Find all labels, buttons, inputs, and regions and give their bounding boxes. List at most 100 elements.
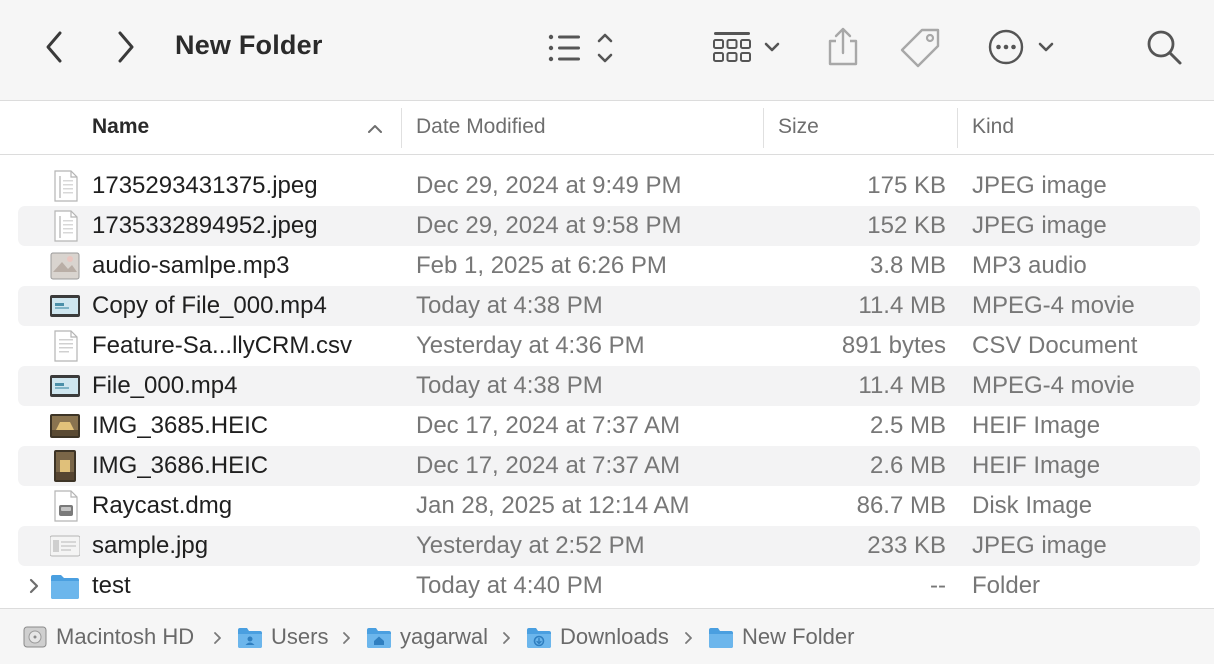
- file-name: Copy of File_000.mp4: [92, 292, 327, 319]
- video-thumbnail-icon: [50, 370, 80, 402]
- path-item-label: Users: [271, 624, 329, 649]
- file-name: 1735332894952.jpeg: [92, 212, 318, 239]
- path-separator-chevron-icon: [213, 631, 223, 645]
- path-item-label: Downloads: [560, 624, 669, 649]
- toolbar: New Folder: [0, 0, 1214, 101]
- file-name: sample.jpg: [92, 532, 209, 559]
- file-kind: JPEG image: [972, 532, 1107, 559]
- file-row[interactable]: 1735332894952.jpeg Dec 29, 2024 at 9:58 …: [18, 206, 1200, 246]
- path-item-home[interactable]: yagarwal: [366, 624, 488, 650]
- path-item-new-folder[interactable]: New Folder: [708, 624, 854, 650]
- file-row[interactable]: IMG_3685.HEIC Dec 17, 2024 at 7:37 AM 2.…: [18, 406, 1200, 446]
- path-separator-chevron-icon: [342, 631, 352, 645]
- share-button[interactable]: [822, 24, 864, 70]
- back-button[interactable]: [36, 26, 72, 68]
- file-kind: CSV Document: [972, 332, 1138, 359]
- file-row[interactable]: Feature-Sa...llyCRM.csv Yesterday at 4:3…: [18, 326, 1200, 366]
- file-size: 152 KB: [867, 212, 946, 239]
- file-row[interactable]: File_000.mp4 Today at 4:38 PM 11.4 MB MP…: [18, 366, 1200, 406]
- column-header-name[interactable]: Name: [92, 115, 149, 139]
- users-folder-icon: [237, 625, 263, 649]
- file-kind: MP3 audio: [972, 252, 1087, 279]
- path-item-downloads[interactable]: Downloads: [526, 624, 669, 650]
- file-size: 233 KB: [867, 532, 946, 559]
- file-kind: JPEG image: [972, 172, 1107, 199]
- home-folder-icon: [366, 625, 392, 649]
- file-name: IMG_3685.HEIC: [92, 412, 269, 439]
- photo-thumbnail-icon: [50, 410, 80, 442]
- file-date: Today at 4:38 PM: [416, 292, 603, 319]
- path-item-label: Macintosh HD: [56, 624, 195, 649]
- file-size: 11.4 MB: [858, 372, 946, 399]
- disk-image-icon: [50, 490, 80, 522]
- column-header-size[interactable]: Size: [778, 115, 819, 139]
- hard-drive-icon: [22, 625, 48, 649]
- file-size: 86.7 MB: [856, 492, 946, 519]
- file-size: 11.4 MB: [858, 292, 946, 319]
- file-size: 2.5 MB: [869, 412, 946, 439]
- forward-button[interactable]: [108, 26, 144, 68]
- column-header-bar: Name Date Modified Size Kind: [0, 102, 1214, 155]
- file-name: File_000.mp4: [92, 372, 238, 399]
- folder-row[interactable]: test Today at 4:40 PM -- Folder: [18, 566, 1200, 606]
- more-actions-button[interactable]: [982, 24, 1058, 70]
- path-item-label: yagarwal: [400, 624, 489, 649]
- column-header-date-modified[interactable]: Date Modified: [416, 115, 546, 139]
- file-kind: MPEG-4 movie: [972, 292, 1135, 319]
- share-icon: [822, 24, 864, 70]
- file-row[interactable]: 1735293431375.jpeg Dec 29, 2024 at 9:49 …: [18, 166, 1200, 206]
- file-row[interactable]: Copy of File_000.mp4 Today at 4:38 PM 11…: [18, 286, 1200, 326]
- csv-document-icon: [50, 330, 80, 362]
- document-icon: [50, 170, 80, 202]
- file-date: Today at 4:38 PM: [416, 372, 603, 399]
- document-icon: [50, 210, 80, 242]
- file-date: Dec 17, 2024 at 7:37 AM: [416, 412, 681, 439]
- file-size: 175 KB: [867, 172, 946, 199]
- file-kind: MPEG-4 movie: [972, 372, 1135, 399]
- magnifier-icon: [1142, 24, 1186, 70]
- file-row[interactable]: Raycast.dmg Jan 28, 2025 at 12:14 AM 86.…: [18, 486, 1200, 526]
- path-item-macintosh-hd[interactable]: Macintosh HD: [22, 624, 194, 650]
- column-divider[interactable]: [957, 108, 958, 148]
- file-date: Feb 1, 2025 at 6:26 PM: [416, 252, 667, 279]
- file-kind: Disk Image: [972, 492, 1093, 519]
- file-name: IMG_3686.HEIC: [92, 452, 269, 479]
- audio-thumbnail-icon: [50, 250, 80, 282]
- file-date: Today at 4:40 PM: [416, 572, 603, 599]
- path-bar: Macintosh HD Users yagarwal Downloads Ne…: [0, 608, 1214, 664]
- column-header-kind[interactable]: Kind: [972, 115, 1014, 139]
- file-size: --: [930, 572, 946, 599]
- file-name: 1735293431375.jpeg: [92, 172, 318, 199]
- file-row[interactable]: IMG_3686.HEIC Dec 17, 2024 at 7:37 AM 2.…: [18, 446, 1200, 486]
- file-name: Raycast.dmg: [92, 492, 233, 519]
- tag-button[interactable]: [896, 24, 944, 70]
- view-mode-button[interactable]: [540, 28, 624, 68]
- image-thumbnail-icon: [49, 530, 81, 562]
- file-size: 891 bytes: [841, 332, 946, 359]
- video-thumbnail-icon: [50, 290, 80, 322]
- photo-thumbnail-icon: [50, 450, 80, 482]
- file-date: Yesterday at 4:36 PM: [416, 332, 645, 359]
- file-size: 3.8 MB: [869, 252, 946, 279]
- chevron-left-icon: [44, 30, 64, 64]
- file-row[interactable]: audio-samlpe.mp3 Feb 1, 2025 at 6:26 PM …: [18, 246, 1200, 286]
- path-item-users[interactable]: Users: [237, 624, 328, 650]
- group-button[interactable]: [706, 24, 790, 70]
- downloads-folder-icon: [526, 625, 552, 649]
- sort-ascending-icon[interactable]: [366, 120, 384, 138]
- path-separator-chevron-icon: [502, 631, 512, 645]
- chevron-right-icon: [116, 30, 136, 64]
- column-divider[interactable]: [763, 108, 764, 148]
- tag-icon: [896, 24, 944, 70]
- file-name: test: [92, 572, 131, 599]
- search-button[interactable]: [1142, 24, 1186, 70]
- file-row[interactable]: sample.jpg Yesterday at 2:52 PM 233 KB J…: [18, 526, 1200, 566]
- disclosure-triangle-icon[interactable]: [26, 576, 42, 596]
- column-divider[interactable]: [401, 108, 402, 148]
- file-kind: HEIF Image: [972, 412, 1101, 439]
- file-kind: JPEG image: [972, 212, 1107, 239]
- file-size: 2.6 MB: [869, 452, 946, 479]
- file-kind: HEIF Image: [972, 452, 1101, 479]
- file-date: Dec 29, 2024 at 9:58 PM: [416, 212, 682, 239]
- ellipsis-circle-icon: [982, 24, 1058, 70]
